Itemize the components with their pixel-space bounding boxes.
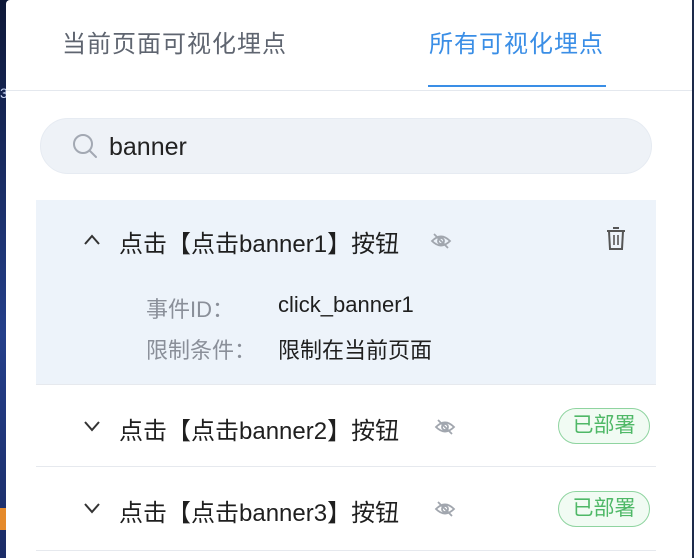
- event-id-value: click_banner1: [278, 292, 414, 317]
- event-title: 点击【点击banner2】按钮: [119, 418, 400, 445]
- active-tab-indicator: [428, 85, 606, 87]
- search-icon: [73, 134, 97, 158]
- visual-tracking-panel: 当前页面可视化埋点 所有可视化埋点 点击【点击banner1】按钮 事件ID：: [6, 0, 692, 558]
- event-item-banner1[interactable]: 点击【点击banner1】按钮 事件ID： click_banner1 限制条件…: [36, 200, 656, 385]
- eye-off-icon[interactable]: [430, 230, 452, 252]
- tab-bar: 当前页面可视化埋点 所有可视化埋点: [6, 0, 692, 91]
- tab-current-page-points[interactable]: 当前页面可视化埋点: [62, 24, 287, 64]
- eye-off-icon[interactable]: [434, 416, 456, 438]
- chevron-down-icon[interactable]: [82, 498, 102, 518]
- search-input[interactable]: [107, 127, 631, 167]
- chevron-down-icon[interactable]: [82, 416, 102, 436]
- event-item-banner3[interactable]: 点击【点击banner3】按钮 已部署: [36, 467, 656, 551]
- restriction-value: 限制在当前页面: [278, 338, 433, 363]
- tab-all-points[interactable]: 所有可视化埋点: [429, 24, 604, 64]
- chevron-up-icon[interactable]: [82, 230, 102, 250]
- eye-off-icon[interactable]: [434, 498, 456, 520]
- restriction-label: 限制条件：: [146, 338, 257, 363]
- event-id-label: 事件ID：: [146, 297, 235, 322]
- status-badge: 已部署: [558, 491, 650, 527]
- event-item-banner2[interactable]: 点击【点击banner2】按钮 已部署: [36, 385, 656, 467]
- event-title: 点击【点击banner1】按钮: [119, 231, 400, 258]
- trash-icon[interactable]: [604, 226, 628, 252]
- search-bar[interactable]: [40, 118, 652, 174]
- event-title: 点击【点击banner3】按钮: [119, 500, 400, 527]
- status-badge: 已部署: [558, 408, 650, 444]
